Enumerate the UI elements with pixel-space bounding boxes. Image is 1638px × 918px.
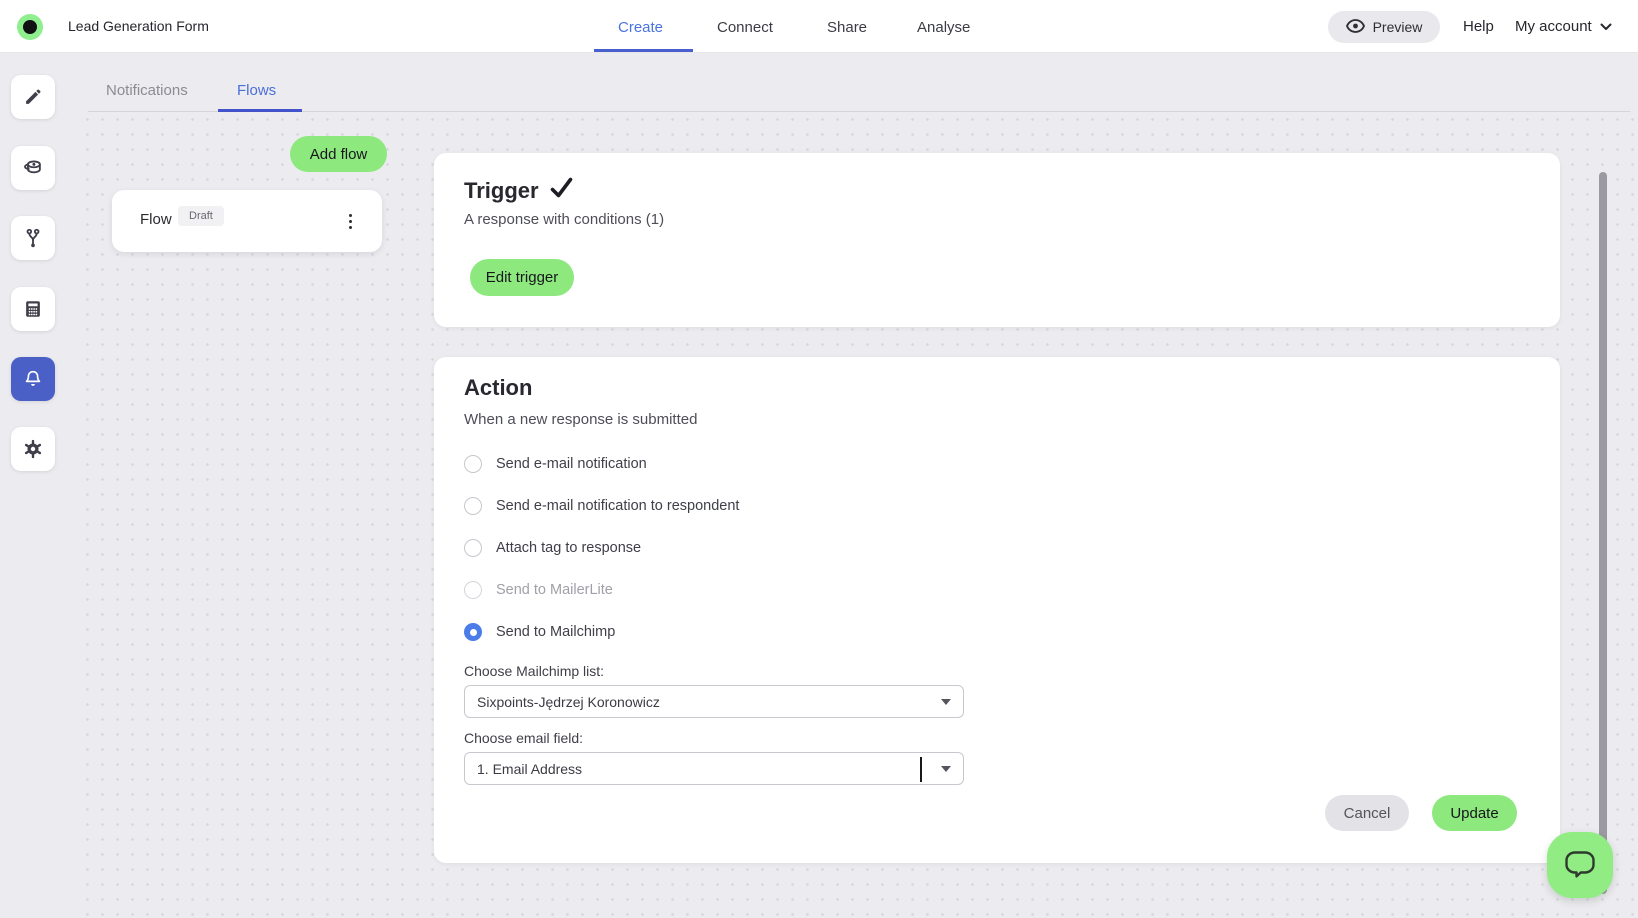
action-title: Action [464,375,532,401]
draft-status-badge: Draft [178,206,224,226]
radio-icon[interactable] [464,539,482,557]
help-link[interactable]: Help [1463,18,1494,35]
flow-card[interactable]: Flow Draft [112,190,382,252]
dropdown-caret-icon [941,699,951,705]
pencil-icon [22,86,44,108]
tab-notifications[interactable]: Notifications [106,82,188,99]
sidebar-item-calculator[interactable] [11,287,55,331]
email-field-value: 1. Email Address [477,761,582,777]
paint-bucket-icon [22,157,44,179]
sidebar-item-settings[interactable] [11,427,55,471]
radio-icon[interactable] [464,497,482,515]
top-header: Lead Generation Form Create Connect Shar… [0,0,1638,53]
radio-icon-selected[interactable] [464,623,482,641]
flow-card-title: Flow [140,211,172,228]
nav-active-underline [594,49,693,52]
nav-create[interactable]: Create [618,19,663,36]
trigger-title: Trigger [464,176,574,206]
edit-trigger-button[interactable]: Edit trigger [470,259,574,296]
sidebar-item-logic[interactable] [11,216,55,260]
radio-option-email-notification[interactable]: Send e-mail notification [464,453,647,475]
radio-option-mailerlite[interactable]: Send to MailerLite [464,579,613,601]
radio-option-email-respondent[interactable]: Send e-mail notification to respondent [464,495,739,517]
tab-active-underline [218,109,302,112]
tab-flows[interactable]: Flows [237,82,276,99]
sidebar-item-design[interactable] [11,146,55,190]
form-title: Lead Generation Form [68,18,209,34]
kebab-menu-icon[interactable] [342,208,358,234]
nav-analyse[interactable]: Analyse [917,19,970,36]
nav-connect[interactable]: Connect [717,19,773,36]
preview-button[interactable]: Preview [1328,11,1440,43]
radio-option-mailchimp[interactable]: Send to Mailchimp [464,621,615,643]
action-panel: Action When a new response is submitted … [434,357,1560,863]
account-label: My account [1515,18,1592,35]
vertical-scrollbar[interactable] [1599,172,1607,894]
eye-icon [1346,19,1365,36]
mailchimp-list-select[interactable]: Sixpoints-Jędrzej Koronowicz [464,685,964,718]
workspace-logo[interactable] [17,14,43,40]
text-cursor [920,757,922,782]
radio-option-attach-tag[interactable]: Attach tag to response [464,537,641,559]
radio-icon[interactable] [464,581,482,599]
mailchimp-list-label: Choose Mailchimp list: [464,663,604,679]
dropdown-caret-icon [941,766,951,772]
add-flow-button[interactable]: Add flow [290,136,387,172]
tab-divider-line [88,111,1630,112]
cancel-button[interactable]: Cancel [1325,795,1409,831]
sidebar-item-edit[interactable] [11,75,55,119]
email-field-select[interactable]: 1. Email Address [464,752,964,785]
trigger-subtitle: A response with conditions (1) [464,211,664,228]
account-menu[interactable]: My account [1515,18,1612,35]
check-icon [549,176,574,206]
mailchimp-list-value: Sixpoints-Jędrzej Koronowicz [477,694,660,710]
radio-icon[interactable] [464,455,482,473]
app-screen: Lead Generation Form Create Connect Shar… [0,0,1638,918]
chat-bubble-icon [1563,847,1597,884]
chat-widget-button[interactable] [1547,832,1613,898]
nav-share[interactable]: Share [827,19,867,36]
gear-icon [22,438,44,460]
sidebar-item-notifications[interactable] [11,357,55,401]
action-subtitle: When a new response is submitted [464,411,697,428]
branch-icon [22,227,44,249]
trigger-panel: Trigger A response with conditions (1) E… [434,153,1560,327]
chevron-down-icon [1600,18,1612,35]
calculator-icon [22,298,44,320]
preview-label: Preview [1373,19,1423,35]
bell-icon [22,368,44,390]
update-button[interactable]: Update [1432,795,1517,831]
email-field-label: Choose email field: [464,730,583,746]
